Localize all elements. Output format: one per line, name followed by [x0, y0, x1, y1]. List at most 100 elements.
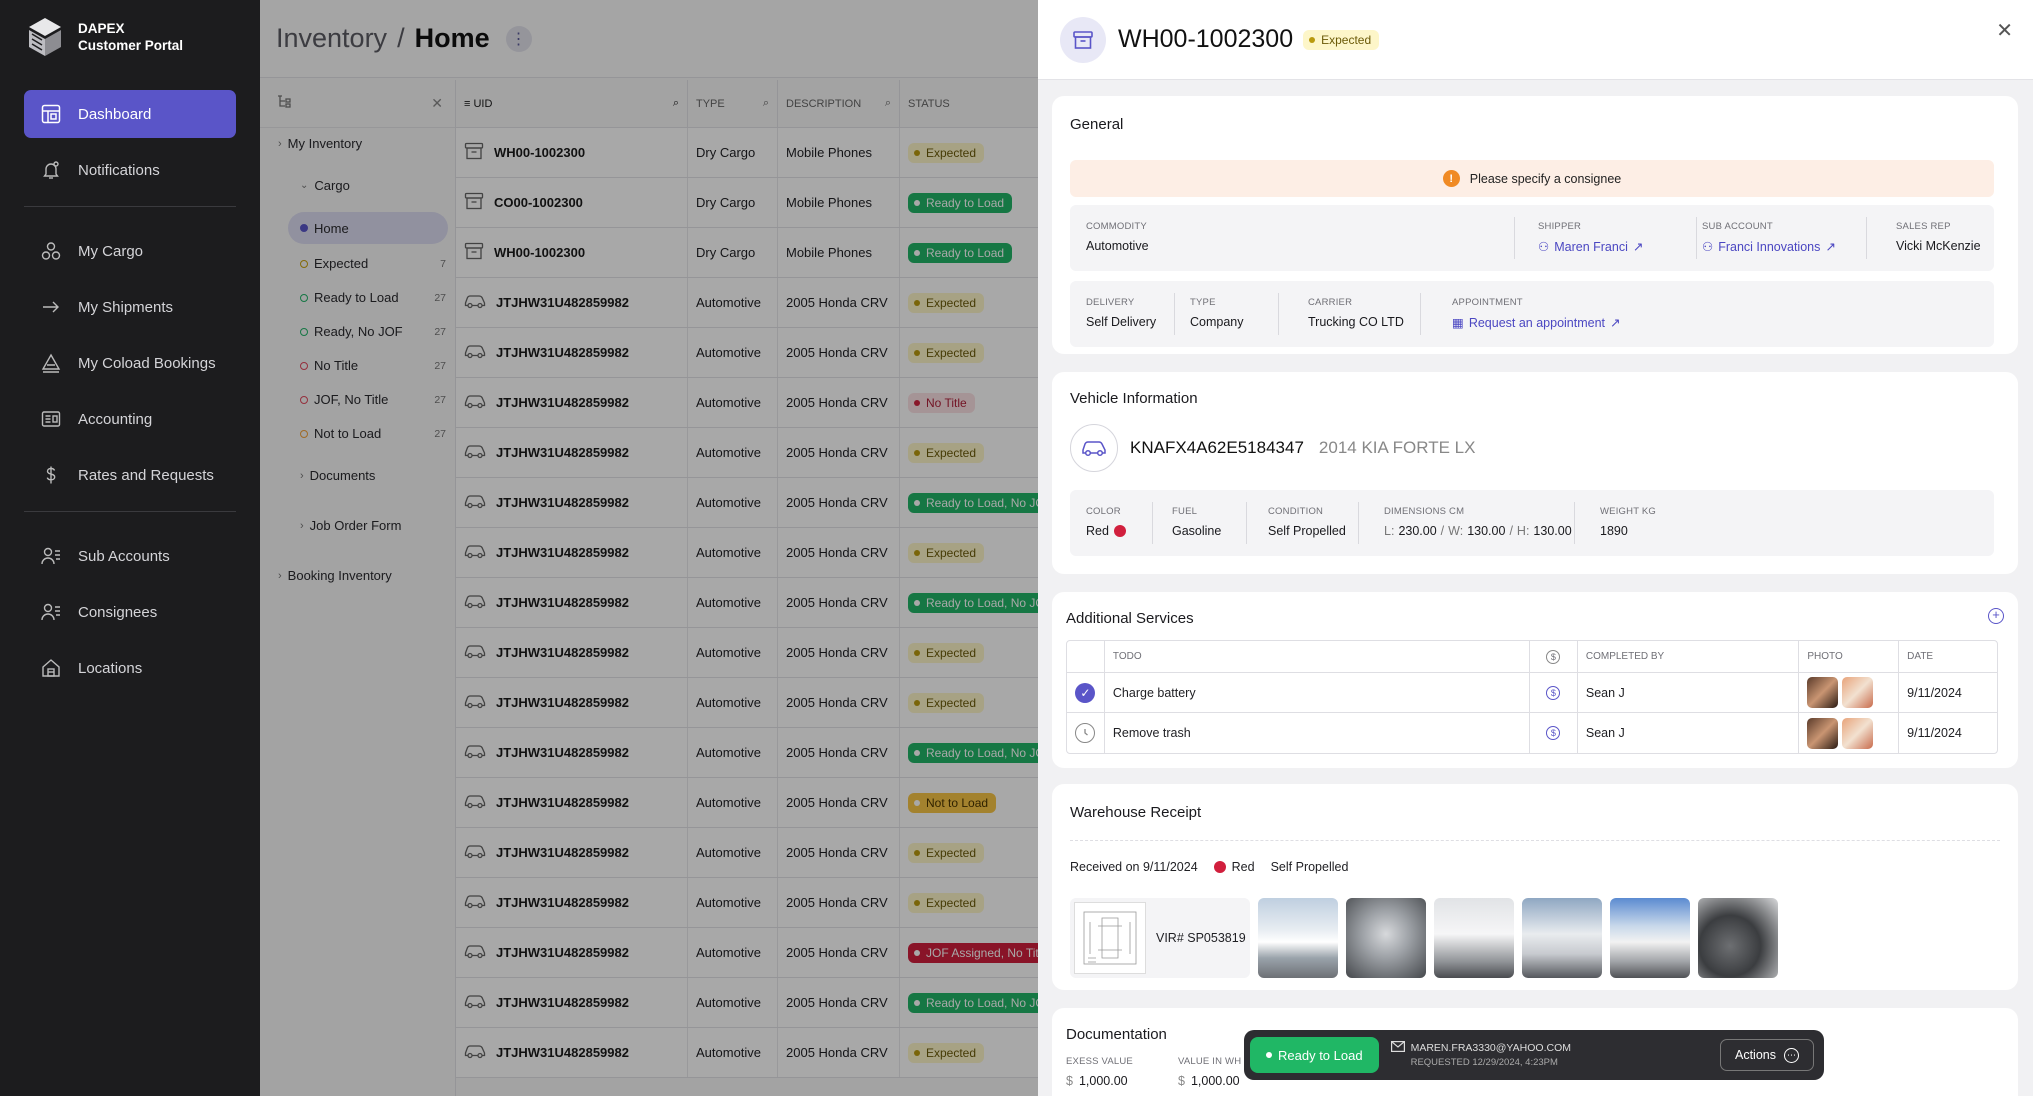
nav-my-cargo[interactable]: My Cargo [24, 227, 236, 275]
shipper-link[interactable]: ⚇ Maren Franci ↗ [1538, 239, 1643, 255]
vehicle-info-box: COLOR Red FUEL Gasoline CONDITION Self P… [1070, 490, 1994, 556]
row-uid[interactable]: JTJHW31U482859982 [496, 595, 629, 610]
table-row[interactable]: JTJHW31U482859982 Automotive 2005 Honda CR… [456, 528, 1038, 578]
tree-item-ready-no-jof[interactable]: Ready, No JOF 27 [300, 324, 446, 339]
table-row[interactable]: JTJHW31U482859982 Automotive 2005 Honda CR… [456, 628, 1038, 678]
table-row[interactable]: JTJHW31U482859982 Automotive 2005 Honda CR… [456, 828, 1038, 878]
table-row[interactable]: JTJHW31U482859982 Automotive 2005 Honda CR… [456, 578, 1061, 628]
actions-button[interactable]: Actions ⋯ [1720, 1039, 1814, 1071]
tree-job-order-form[interactable]: › Job Order Form [300, 518, 446, 533]
service-photo[interactable] [1807, 677, 1839, 708]
row-uid[interactable]: JTJHW31U482859982 [496, 795, 629, 810]
vir-document[interactable]: VIR# SP053819 [1070, 898, 1250, 978]
table-row[interactable]: JTJHW31U482859982 Automotive 2005 Honda CR… [456, 728, 1061, 778]
add-service-icon[interactable]: + [1988, 608, 2004, 624]
nav-my-shipments[interactable]: My Shipments [24, 283, 236, 331]
row-uid[interactable]: WH00-1002300 [494, 145, 585, 160]
vehicle-photo[interactable] [1698, 898, 1778, 978]
table-row[interactable]: JTJHW31U482859982 Automotive 2005 Honda CR… [456, 928, 1057, 978]
tree-item-jof-no-title[interactable]: JOF, No Title 27 [300, 392, 446, 407]
table-row[interactable]: JTJHW31U482859982 Automotive 2005 Honda CR… [456, 428, 1038, 478]
column-type[interactable]: TYPE [696, 98, 725, 110]
nav-my-coload-bookings[interactable]: My Coload Bookings [24, 339, 236, 387]
vehicle-photo[interactable] [1522, 898, 1602, 978]
nav-rates-and-requests[interactable]: Rates and Requests [24, 451, 236, 499]
status-badge: Ready to Load [908, 192, 1013, 213]
row-uid[interactable]: JTJHW31U482859982 [496, 695, 629, 710]
column-status[interactable]: STATUS [908, 98, 950, 110]
table-row[interactable]: WH00-1002300 Dry Cargo Mobile Phones Expect… [456, 128, 1038, 178]
nav-dashboard[interactable]: Dashboard [24, 90, 236, 138]
more-options-button[interactable]: ⋮ [505, 25, 532, 52]
table-row[interactable]: JTJHW31U482859982 Automotive 2005 Honda CR… [456, 328, 1038, 378]
table-row[interactable]: JTJHW31U482859982 Automotive 2005 Honda CR… [456, 978, 1061, 1028]
table-row[interactable]: JTJHW31U482859982 Automotive 2005 Honda CR… [456, 678, 1038, 728]
search-icon[interactable]: ⌕ [673, 97, 679, 110]
row-uid[interactable]: JTJHW31U482859982 [496, 1045, 629, 1060]
tree-item-expected[interactable]: Expected 7 [300, 256, 446, 271]
row-uid[interactable]: JTJHW31U482859982 [496, 645, 629, 660]
vehicle-photo[interactable] [1346, 898, 1426, 978]
tree-cargo[interactable]: ⌄ Cargo [300, 178, 446, 193]
row-uid[interactable]: JTJHW31U482859982 [496, 945, 629, 960]
service-photo[interactable] [1842, 677, 1874, 708]
tree-home[interactable]: Home [288, 212, 448, 244]
row-uid[interactable]: JTJHW31U482859982 [496, 895, 629, 910]
table-row[interactable]: WH00-1002300 Dry Cargo Mobile Phones Ready … [456, 228, 1038, 278]
brand[interactable]: DAPEX Customer Portal [26, 16, 183, 58]
tree-item-ready-to-load[interactable]: Ready to Load 27 [300, 290, 446, 305]
tree-structure-icon[interactable] [276, 94, 292, 113]
tree-my-inventory[interactable]: › My Inventory [278, 136, 444, 151]
column-uid[interactable]: ≡ UID [464, 98, 492, 110]
request-appointment-link[interactable]: ▦ Request an appointment ↗ [1452, 315, 1621, 331]
row-uid[interactable]: JTJHW31U482859982 [496, 545, 629, 560]
search-icon[interactable]: ⌕ [885, 97, 891, 110]
appointment-field: APPOINTMENT ▦ Request an appointment ↗ [1452, 297, 1621, 330]
row-uid[interactable]: JTJHW31U482859982 [496, 395, 629, 410]
tree-item-not-to-load[interactable]: Not to Load 27 [300, 426, 446, 441]
row-uid[interactable]: JTJHW31U482859982 [496, 745, 629, 760]
tree-item-no-title[interactable]: No Title 27 [300, 358, 446, 373]
search-icon[interactable]: ⌕ [763, 97, 769, 110]
table-row[interactable]: JTJHW31U482859982 Automotive 2005 Honda CR… [456, 478, 1061, 528]
row-uid[interactable]: JTJHW31U482859982 [496, 295, 629, 310]
close-icon[interactable]: ✕ [1996, 18, 2013, 43]
table-row[interactable]: JTJHW31U482859982 Automotive 2005 Honda CR… [456, 1028, 1038, 1078]
nav-locations[interactable]: Locations [24, 644, 236, 692]
row-uid[interactable]: JTJHW31U482859982 [496, 845, 629, 860]
nav-notifications[interactable]: Notifications [24, 146, 236, 194]
table-row[interactable]: JTJHW31U482859982 Automotive 2005 Honda CR… [456, 778, 1038, 828]
close-tree-icon[interactable]: ✕ [431, 95, 443, 112]
vehicle-photo[interactable] [1258, 898, 1338, 978]
tree-documents[interactable]: › Documents [300, 468, 446, 483]
type-field: TYPE Company [1190, 297, 1244, 329]
row-uid[interactable]: WH00-1002300 [494, 245, 585, 260]
row-uid[interactable]: JTJHW31U482859982 [496, 445, 629, 460]
check-circle-icon[interactable]: ✓ [1075, 682, 1096, 703]
vehicle-photo[interactable] [1610, 898, 1690, 978]
row-uid[interactable]: JTJHW31U482859982 [496, 495, 629, 510]
nav-accounting[interactable]: Accounting [24, 395, 236, 443]
vehicle-photo[interactable] [1434, 898, 1514, 978]
nav-sub-accounts[interactable]: Sub Accounts [24, 532, 236, 580]
status-dot [300, 327, 308, 336]
service-row[interactable]: Remove trash $ Sean J 9/11/2024 [1067, 713, 1997, 753]
table-row[interactable]: JTJHW31U482859982 Automotive 2005 Honda CR… [456, 378, 1038, 428]
clock-icon[interactable] [1075, 723, 1096, 743]
service-photo[interactable] [1807, 717, 1839, 749]
archive-box-icon [1060, 16, 1106, 63]
row-uid[interactable]: CO00-1002300 [494, 195, 583, 210]
ready-to-load-button[interactable]: Ready to Load [1250, 1037, 1379, 1073]
row-uid[interactable]: JTJHW31U482859982 [496, 345, 629, 360]
column-description[interactable]: DESCRIPTION [786, 98, 861, 110]
sub-account-link[interactable]: ⚇ Franci Innovations ↗ [1702, 239, 1836, 255]
table-row[interactable]: JTJHW31U482859982 Automotive 2005 Honda CR… [456, 278, 1038, 328]
row-uid[interactable]: JTJHW31U482859982 [496, 995, 629, 1010]
table-row[interactable]: JTJHW31U482859982 Automotive 2005 Honda CR… [456, 878, 1038, 928]
table-row[interactable]: CO00-1002300 Dry Cargo Mobile Phones Ready … [456, 178, 1038, 228]
tree-booking-inventory[interactable]: › Booking Inventory [278, 568, 444, 583]
service-row[interactable]: ✓ Charge battery $ Sean J 9/11/2024 [1067, 673, 1997, 713]
breadcrumb-inventory[interactable]: Inventory [276, 23, 387, 54]
service-photo[interactable] [1842, 717, 1874, 749]
nav-consignees[interactable]: Consignees [24, 588, 236, 636]
